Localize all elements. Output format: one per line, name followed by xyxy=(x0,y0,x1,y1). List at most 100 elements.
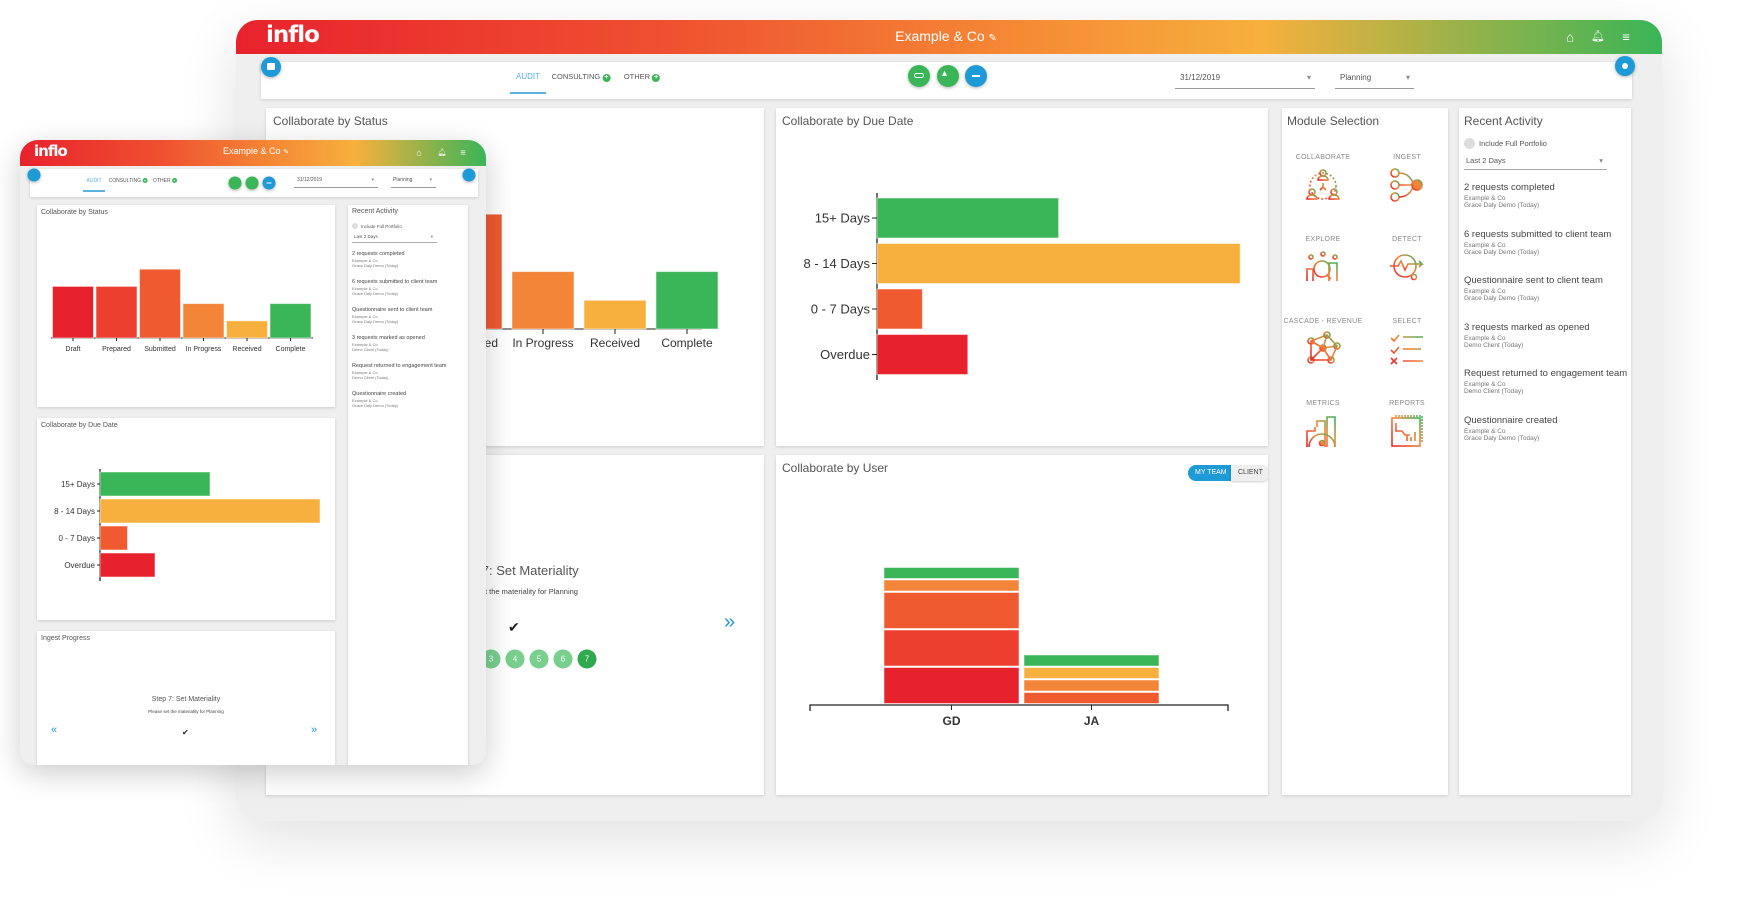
home-icon[interactable]: ⌂ xyxy=(1566,31,1574,44)
segment-gd-5[interactable] xyxy=(883,567,1020,579)
activity-item[interactable]: 3 requests marked as opened Example & Co D… xyxy=(1464,322,1590,349)
bar-received[interactable] xyxy=(583,299,647,330)
tab-audit[interactable]: AUDIT xyxy=(516,72,540,81)
activity-item[interactable]: 2 requests completed Example & Co Grace Da… xyxy=(352,251,405,268)
segment-ja-4[interactable] xyxy=(1023,667,1160,679)
activity-item[interactable]: 2 requests completed Example & Co Grace Da… xyxy=(1464,182,1555,209)
tab-audit[interactable]: AUDIT xyxy=(87,178,102,184)
activity-item[interactable]: 3 requests marked as opened Example & Co D… xyxy=(352,335,425,352)
bar-complete[interactable] xyxy=(269,303,312,339)
next-step-icon[interactable]: » xyxy=(724,611,735,634)
caret-down-icon: ▾ xyxy=(429,177,432,183)
phase-select[interactable]: Planning ▾ xyxy=(1335,73,1414,89)
tab-other[interactable]: OTHER + xyxy=(153,178,177,184)
bar-in-progress[interactable] xyxy=(511,271,575,330)
bar-15-days[interactable] xyxy=(876,197,1060,239)
activity-item[interactable]: Questionnaire created Example & Co Grace D… xyxy=(1464,415,1557,442)
period-end-date-select[interactable]: 31/12/2019 ▾ xyxy=(1175,73,1315,89)
segment-gd-1[interactable] xyxy=(883,629,1020,667)
inflo-logo[interactable]: inflo xyxy=(266,22,320,48)
settings-button[interactable] xyxy=(462,168,476,182)
sidebar-toggle-button[interactable] xyxy=(27,168,41,182)
module-metrics[interactable]: METRICS xyxy=(1283,400,1363,454)
chart-button[interactable]: ▴ xyxy=(937,65,959,87)
activity-period-select[interactable]: Last 2 Days ▾ xyxy=(352,234,437,243)
bell-icon[interactable]: 🔔︎ xyxy=(438,150,447,157)
segment-gd-3[interactable] xyxy=(883,579,1020,592)
bar-overdue[interactable] xyxy=(876,334,969,375)
menu-icon[interactable]: ≡ xyxy=(460,148,465,158)
tab-consulting[interactable]: CONSULTING + xyxy=(109,178,148,184)
x-tick-label: Received xyxy=(232,346,261,353)
activity-detail: Grace Daly Demo (Today) xyxy=(1464,248,1540,256)
include-full-portfolio-checkbox[interactable]: Include Full Portfolio xyxy=(1464,138,1547,149)
add-icon[interactable]: + xyxy=(602,74,611,82)
segment-ja-3[interactable] xyxy=(1023,679,1160,692)
activity-item[interactable]: Request returned to engagement team Examp… xyxy=(352,363,446,380)
pencil-icon[interactable]: ✎ xyxy=(283,149,289,156)
engagement-title[interactable]: Example & Co ✎ xyxy=(895,28,997,44)
step-6-indicator[interactable]: 6 xyxy=(553,649,573,669)
bar-0-7-days[interactable] xyxy=(99,525,128,551)
bar-0-7-days[interactable] xyxy=(876,288,923,330)
activity-item[interactable]: Questionnaire sent to client team Example… xyxy=(352,307,432,324)
step-4-indicator[interactable]: 4 xyxy=(505,649,525,669)
activity-item[interactable]: Request returned to engagement team Examp… xyxy=(1464,368,1627,395)
segment-gd-0[interactable] xyxy=(883,667,1020,704)
add-icon[interactable]: + xyxy=(652,74,661,82)
activity-item[interactable]: Questionnaire sent to client team Example… xyxy=(1464,275,1603,302)
module-explore[interactable]: EXPLORE xyxy=(1283,236,1363,290)
bar-8-14-days[interactable] xyxy=(99,498,321,524)
module-label: DETECT xyxy=(1392,236,1422,243)
module-collaborate[interactable]: COLLABORATE xyxy=(1283,154,1363,208)
chart-button[interactable] xyxy=(245,176,259,190)
home-icon[interactable]: ⌂ xyxy=(416,148,421,158)
phase-select[interactable]: Planning ▾ xyxy=(391,177,436,188)
y-tick-label: 15+ Days xyxy=(815,211,871,226)
segment-gd-2[interactable] xyxy=(883,592,1020,629)
module-ingest[interactable]: INGEST xyxy=(1367,154,1447,208)
add-icon[interactable]: + xyxy=(171,178,177,183)
tab-other[interactable]: OTHER + xyxy=(624,72,661,82)
bar-overdue[interactable] xyxy=(99,552,156,578)
module-reports[interactable]: REPORTS xyxy=(1367,400,1447,454)
add-icon[interactable]: + xyxy=(142,178,148,183)
bar-complete[interactable] xyxy=(655,271,719,330)
caret-down-icon: ▾ xyxy=(371,177,374,183)
module-label: SELECT xyxy=(1392,318,1422,325)
step-7-indicator[interactable]: 7 xyxy=(577,649,597,669)
collapse-button[interactable] xyxy=(262,176,276,190)
activity-item[interactable]: 6 requests submitted to client team Examp… xyxy=(1464,229,1611,256)
bar-received[interactable] xyxy=(226,320,268,339)
settings-button[interactable] xyxy=(1615,56,1635,76)
module-select[interactable]: SELECT xyxy=(1367,318,1447,372)
period-end-date-select[interactable]: 31/12/2019 ▾ xyxy=(294,177,378,188)
bar-prepared[interactable] xyxy=(95,285,138,339)
activity-item[interactable]: 6 requests submitted to client team Examp… xyxy=(352,279,437,296)
pencil-icon[interactable]: ✎ xyxy=(988,33,996,44)
bar-draft[interactable] xyxy=(52,285,94,339)
menu-icon[interactable]: ≡ xyxy=(1622,31,1630,44)
collapse-button[interactable] xyxy=(965,65,987,87)
tab-consulting[interactable]: CONSULTING + xyxy=(552,72,611,82)
sidebar-toggle-button[interactable] xyxy=(261,57,281,77)
next-step-icon[interactable]: » xyxy=(311,724,317,736)
activity-item[interactable]: Questionnaire created Example & Co Grace D… xyxy=(352,391,406,408)
bar-in-progress[interactable] xyxy=(182,303,225,339)
include-full-portfolio-checkbox[interactable]: Include Full Portfolio xyxy=(352,223,402,229)
segment-ja-2[interactable] xyxy=(1023,692,1160,704)
step-5-indicator[interactable]: 5 xyxy=(529,649,549,669)
bar-15-days[interactable] xyxy=(99,471,211,497)
bar-8-14-days[interactable] xyxy=(876,243,1241,284)
bell-icon[interactable]: 🔔︎ xyxy=(1591,31,1605,43)
segment-ja-5[interactable] xyxy=(1023,654,1160,667)
link-button[interactable] xyxy=(228,176,242,190)
module-cascade-revenue[interactable]: CASCADE - REVENUE xyxy=(1283,318,1363,372)
engagement-title[interactable]: Example & Co ✎ xyxy=(223,146,289,156)
inflo-logo[interactable]: inflo xyxy=(34,142,68,160)
link-button[interactable] xyxy=(908,65,930,87)
previous-step-icon[interactable]: « xyxy=(51,724,57,736)
module-detect[interactable]: DETECT xyxy=(1367,236,1447,290)
bar-submitted[interactable] xyxy=(139,268,181,339)
activity-period-select[interactable]: Last 2 Days ▾ xyxy=(1464,156,1607,170)
